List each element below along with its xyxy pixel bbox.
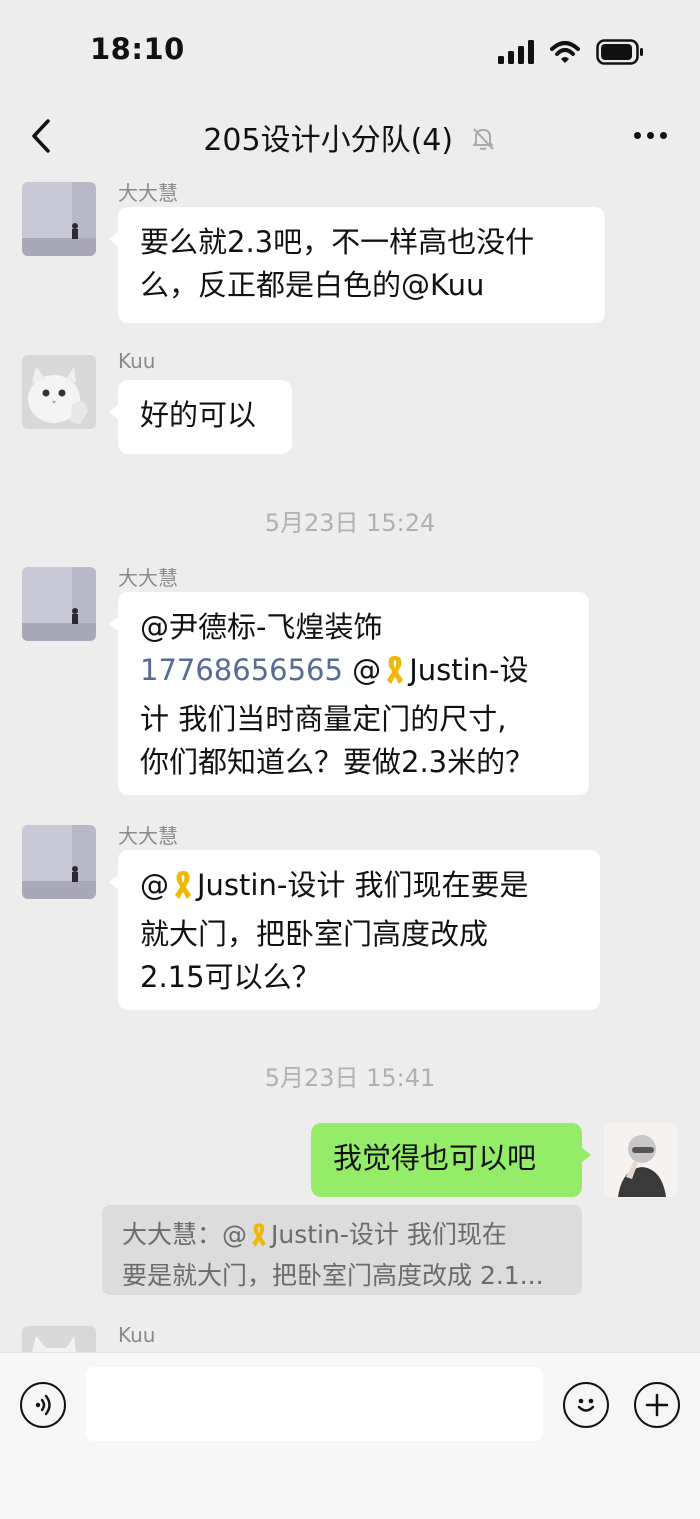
battery-icon [596,39,643,65]
quoted-message[interactable]: 大大慧：@ Justin-设计 我们现在 要是就大门，把卧室门高度改成 2.1..… [102,1205,582,1295]
sender-name: 大大慧 [118,824,178,848]
more-button[interactable] [630,120,670,150]
avatar-dadahui[interactable] [22,825,96,899]
input-bar [0,1352,700,1519]
yellow-ribbon-icon [171,869,195,913]
plus-button[interactable] [634,1382,680,1428]
yellow-ribbon-icon [249,1221,269,1258]
chat-title: 205设计小分队(4) [203,123,454,158]
sender-name: 大大慧 [118,181,178,205]
voice-button[interactable] [20,1382,66,1428]
avatar-me[interactable] [604,1123,678,1197]
status-bar: 18:10 [0,0,700,100]
wifi-icon [550,41,580,63]
chat-title-wrap[interactable]: 205设计小分队(4) [0,115,700,160]
status-time: 18:10 [90,32,185,66]
sender-name: 大大慧 [118,566,178,590]
phone-link[interactable]: 17768656565 [140,653,343,687]
my-message-bubble[interactable]: 我觉得也可以吧 [311,1123,591,1197]
message-bubble[interactable]: 好的可以 [109,380,292,454]
bell-mute-icon [469,124,497,160]
plus-icon [645,1393,669,1417]
avatar-dadahui[interactable] [22,182,96,256]
signal-icon [498,40,534,64]
sender-name: Kuu [118,349,156,373]
avatar-kuu[interactable] [22,355,96,429]
chat-header: 205设计小分队(4) [0,100,700,174]
more-icon [633,131,641,139]
message-bubble[interactable]: @ Justin-设计 我们现在要是 就大门，把卧室门高度改成 2.15可以么？ [109,850,600,1010]
message-bubble[interactable]: @尹德标-飞煌装饰 17768656565 @ Justin-设 计 我们当时商量… [109,592,589,795]
yellow-ribbon-icon [383,654,407,698]
message-bubble[interactable]: 要么就2.3吧，不一样高也没什 么，反正都是白色的@Kuu [109,207,605,323]
avatar-kuu[interactable] [22,1326,96,1352]
emoji-icon [577,1398,595,1412]
timestamp: 5月23日 15:24 [264,509,436,537]
timestamp: 5月23日 15:41 [264,1064,436,1092]
message-input[interactable] [86,1367,543,1441]
avatar-dadahui[interactable] [22,567,96,641]
status-icons [498,38,644,66]
voice-icon [35,1394,51,1416]
emoji-button[interactable] [563,1382,609,1428]
sender-name: Kuu [118,1323,156,1347]
